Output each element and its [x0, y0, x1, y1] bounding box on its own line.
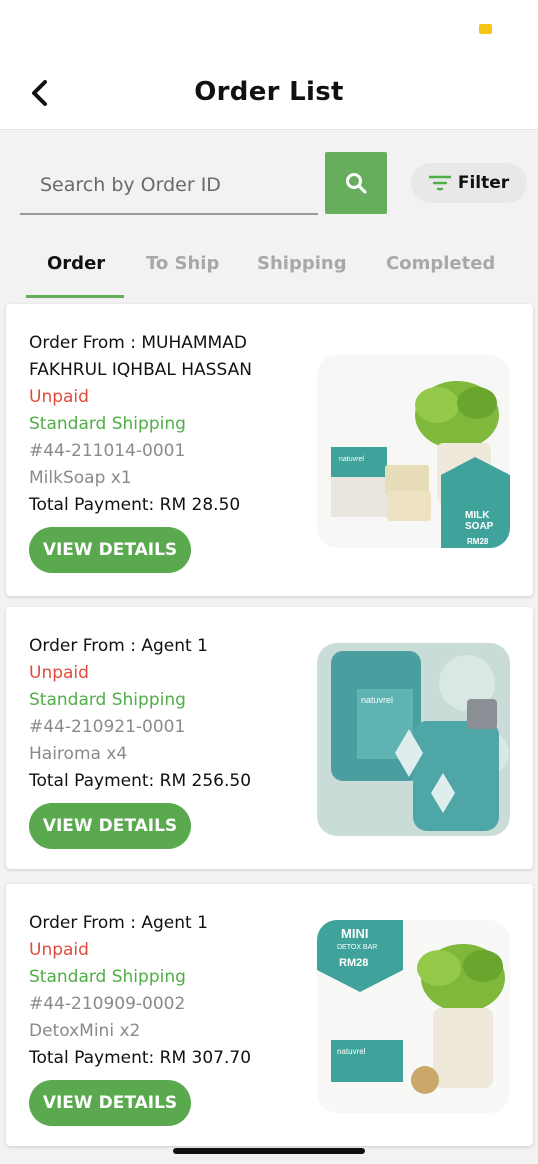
search-and-tabs: Filter Order To Ship Shipping Completed	[0, 131, 538, 301]
filter-icon	[428, 175, 451, 191]
svg-text:SOAP: SOAP	[465, 521, 494, 532]
shipping-method: Standard Shipping	[29, 414, 186, 434]
tab-to-ship[interactable]: To Ship	[146, 253, 219, 274]
order-card: Order From : Agent 1 Unpaid Standard Shi…	[6, 884, 533, 1146]
shipping-method: Standard Shipping	[29, 690, 186, 710]
order-from: Order From : Agent 1	[29, 913, 208, 933]
svg-text:natuvrel: natuvrel	[337, 1047, 366, 1056]
order-info: Order From : Agent 1 Unpaid Standard Shi…	[29, 633, 299, 849]
battery-indicator	[479, 24, 492, 34]
view-details-button[interactable]: VIEW DETAILS	[29, 1080, 191, 1126]
app-header: Order List	[0, 60, 538, 130]
filter-label: Filter	[457, 173, 510, 193]
order-from: Order From : MUHAMMAD FAKHRUL IQHBAL HAS…	[29, 333, 252, 380]
total-payment: Total Payment: RM 28.50	[29, 495, 241, 515]
tab-shipping[interactable]: Shipping	[257, 253, 347, 274]
product-image: natuvrel	[317, 643, 510, 836]
tab-order[interactable]: Order	[47, 253, 105, 274]
search-icon	[346, 173, 367, 194]
svg-text:natuvrel: natuvrel	[361, 695, 393, 705]
shipping-method: Standard Shipping	[29, 967, 186, 987]
order-from: Order From : Agent 1	[29, 636, 208, 656]
status-badge: Unpaid	[29, 387, 89, 407]
status-badge: Unpaid	[29, 940, 89, 960]
order-card: Order From : Agent 1 Unpaid Standard Shi…	[6, 607, 533, 869]
home-indicator	[173, 1148, 365, 1154]
order-card: Order From : MUHAMMAD FAKHRUL IQHBAL HAS…	[6, 304, 533, 596]
svg-text:DETOX BAR: DETOX BAR	[337, 944, 377, 951]
svg-text:natuvrel: natuvrel	[339, 456, 364, 463]
search-input[interactable]	[20, 157, 318, 215]
order-id: #44-210909-0002	[29, 994, 186, 1014]
order-info: Order From : MUHAMMAD FAKHRUL IQHBAL HAS…	[29, 330, 299, 573]
search-button[interactable]	[325, 152, 387, 214]
product-quantity: MilkSoap x1	[29, 468, 132, 488]
product-quantity: Hairoma x4	[29, 744, 128, 764]
product-quantity: DetoxMini x2	[29, 1021, 141, 1041]
view-details-button[interactable]: VIEW DETAILS	[29, 803, 191, 849]
total-payment: Total Payment: RM 307.70	[29, 1048, 252, 1068]
order-tabs: Order To Ship Shipping Completed	[0, 243, 538, 299]
active-tab-indicator	[26, 295, 124, 298]
order-id: #44-210921-0001	[29, 717, 186, 737]
page-title: Order List	[194, 77, 344, 107]
svg-text:RM28: RM28	[339, 957, 368, 969]
tab-completed[interactable]: Completed	[386, 253, 495, 274]
view-details-button[interactable]: VIEW DETAILS	[29, 527, 191, 573]
svg-text:RM28: RM28	[467, 537, 489, 546]
svg-text:MILK: MILK	[465, 510, 490, 521]
status-badge: Unpaid	[29, 663, 89, 683]
product-image: natuvrel MILK SOAP RM28	[317, 355, 510, 548]
product-image: MINI DETOX BAR RM28 natuvrel	[317, 920, 510, 1113]
order-info: Order From : Agent 1 Unpaid Standard Shi…	[29, 910, 299, 1126]
status-bar	[0, 0, 538, 60]
order-id: #44-211014-0001	[29, 441, 186, 461]
svg-text:MINI: MINI	[341, 926, 368, 941]
filter-button[interactable]: Filter	[411, 163, 527, 203]
total-payment: Total Payment: RM 256.50	[29, 771, 252, 791]
